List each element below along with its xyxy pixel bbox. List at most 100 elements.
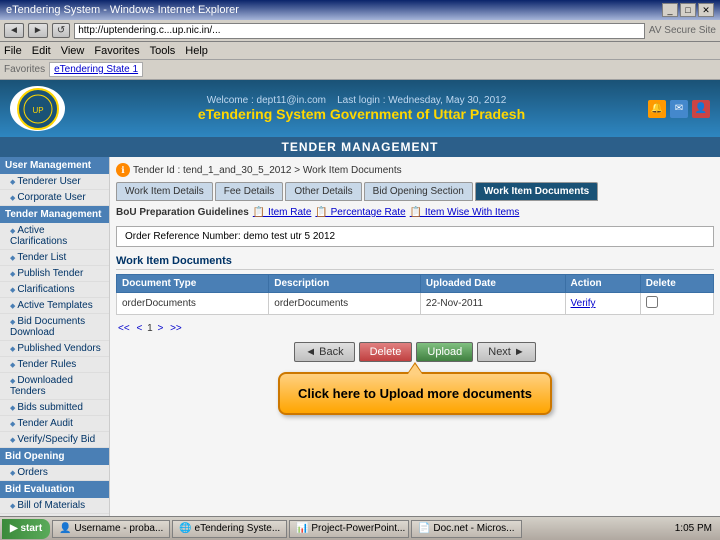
sidebar-item-orders[interactable]: Orders <box>0 465 109 481</box>
sidebar-item-active-templates[interactable]: Active Templates <box>0 298 109 314</box>
sidebar-item-tender-audit[interactable]: Tender Audit <box>0 416 109 432</box>
sub-tab-item-rate[interactable]: 📋 Item Rate <box>253 207 312 218</box>
sidebar-item-tender-rules[interactable]: Tender Rules <box>0 357 109 373</box>
menu-favorites[interactable]: Favorites <box>94 45 139 57</box>
window-controls[interactable]: _ □ ✕ <box>662 3 714 17</box>
secure-indicator: AV Secure Site <box>649 25 716 36</box>
refresh-button[interactable]: ↺ <box>52 23 70 38</box>
menu-help[interactable]: Help <box>185 45 208 57</box>
sidebar-item-tenderer-user[interactable]: Tenderer User <box>0 174 109 190</box>
mail-icon[interactable]: ✉ <box>670 100 688 118</box>
profile-icon[interactable]: 👤 <box>692 100 710 118</box>
last-login-label: Last login <box>337 95 380 106</box>
cell-action[interactable]: Verify <box>565 293 640 315</box>
col-description: Description <box>269 275 421 293</box>
menu-tools[interactable]: Tools <box>150 45 176 57</box>
tab-bid-opening-section[interactable]: Bid Opening Section <box>364 182 473 201</box>
favorites-label: Favorites <box>4 64 45 75</box>
nav-bar: TENDER MANAGEMENT <box>0 137 720 157</box>
sidebar-item-tender-list[interactable]: Tender List <box>0 250 109 266</box>
sidebar-header-user-management: User Management <box>0 157 109 174</box>
verify-link[interactable]: Verify <box>571 298 596 309</box>
welcome-label: Welcome <box>207 95 249 106</box>
ref-label: Order Reference Number: <box>125 231 241 242</box>
col-action: Action <box>565 275 640 293</box>
header-icons: 🔔 ✉ 👤 <box>648 100 710 118</box>
col-doc-type: Document Type <box>117 275 269 293</box>
sub-tab-percentage-rate[interactable]: 📋 Percentage Rate <box>315 207 405 218</box>
callout-text: Click here to Upload more documents <box>298 386 532 401</box>
sidebar-item-bid-documents[interactable]: Bid Documents Download <box>0 314 109 341</box>
last-login-value: : Wednesday, May 30, 2012 <box>383 95 507 106</box>
taskbar-item-username[interactable]: 👤 Username - proba... <box>52 520 170 538</box>
cell-uploaded-date: 22-Nov-2011 <box>420 293 565 315</box>
sidebar-item-bids-submitted[interactable]: Bids submitted <box>0 400 109 416</box>
info-icon: ℹ <box>116 163 130 177</box>
work-items-section-title: Work Item Documents <box>116 255 714 270</box>
menu-file[interactable]: File <box>4 45 22 57</box>
sidebar-item-corporate-user[interactable]: Corporate User <box>0 190 109 206</box>
window-title: eTendering System - Windows Internet Exp… <box>6 4 239 16</box>
maximize-button[interactable]: □ <box>680 3 696 17</box>
cell-doc-type: orderDocuments <box>117 293 269 315</box>
page-next[interactable]: > <box>157 323 163 334</box>
minimize-button[interactable]: _ <box>662 3 678 17</box>
page-first[interactable]: << <box>118 323 130 334</box>
next-button[interactable]: Next ► <box>477 342 536 362</box>
cell-delete[interactable] <box>640 293 713 315</box>
tab-work-item-details[interactable]: Work Item Details <box>116 182 213 201</box>
taskbar-item-doc[interactable]: 📄 Doc.net - Micros... <box>411 520 521 538</box>
sub-tab-item-wise[interactable]: 📋 Item Wise With Items <box>410 207 520 218</box>
bou-label: BoU Preparation Guidelines <box>116 207 249 218</box>
sidebar-header-bid-opening: Bid Opening <box>0 448 109 465</box>
favorites-item-etendering[interactable]: eTendering State 1 <box>49 62 143 77</box>
taskbar-item-etendering[interactable]: 🌐 eTendering Syste... <box>172 520 287 538</box>
action-buttons: ◄ Back Delete Upload Next ► <box>116 342 714 362</box>
page-prev[interactable]: < <box>136 323 142 334</box>
back-nav-button[interactable]: ◄ <box>4 23 24 38</box>
cell-description: orderDocuments <box>269 293 421 315</box>
reference-box: Order Reference Number: demo test utr 5 … <box>116 226 714 247</box>
favorites-bar: Favorites eTendering State 1 <box>0 60 720 80</box>
sidebar-item-active-clarifications[interactable]: Active Clarifications <box>0 223 109 250</box>
back-button[interactable]: ◄ Back <box>294 342 354 362</box>
menu-edit[interactable]: Edit <box>32 45 51 57</box>
forward-nav-button[interactable]: ► <box>28 23 48 38</box>
delete-checkbox[interactable] <box>646 296 658 308</box>
tab-other-details[interactable]: Other Details <box>285 182 361 201</box>
tab-fee-details[interactable]: Fee Details <box>215 182 284 201</box>
window-title-bar: eTendering System - Windows Internet Exp… <box>0 0 720 20</box>
sidebar-item-publish-tender[interactable]: Publish Tender <box>0 266 109 282</box>
sidebar-item-bill-of-materials[interactable]: Bill of Materials <box>0 498 109 514</box>
upload-button[interactable]: Upload <box>416 342 473 362</box>
sidebar-item-verify-bid[interactable]: Verify/Specify Bid <box>0 432 109 448</box>
menu-view[interactable]: View <box>61 45 85 57</box>
address-bar[interactable] <box>74 23 645 39</box>
tabs-row: Work Item Details Fee Details Other Deta… <box>116 182 714 201</box>
sidebar-item-clarifications[interactable]: Clarifications <box>0 282 109 298</box>
bell-icon[interactable]: 🔔 <box>648 100 666 118</box>
ref-value: demo test utr 5 2012 <box>243 231 335 242</box>
taskbar: ▶ start 👤 Username - proba... 🌐 eTenderi… <box>0 516 720 540</box>
system-title: eTendering System Government of Uttar Pr… <box>75 106 648 122</box>
close-button[interactable]: ✕ <box>698 3 714 17</box>
taskbar-clock: 1:05 PM <box>669 523 718 534</box>
sidebar-item-downloaded-tenders[interactable]: Downloaded Tenders <box>0 373 109 400</box>
sidebar-item-published-vendors[interactable]: Published Vendors <box>0 341 109 357</box>
page-header: UP Welcome : dept11@in.com Last login : … <box>0 80 720 137</box>
breadcrumb: ℹ Tender Id : tend_1_and_30_5_2012 > Wor… <box>116 163 714 177</box>
sidebar-header-tender-management: Tender Management <box>0 206 109 223</box>
sidebar: User Management Tenderer User Corporate … <box>0 157 110 540</box>
breadcrumb-text: Tender Id : tend_1_and_30_5_2012 > Work … <box>133 165 402 176</box>
upload-callout[interactable]: Click here to Upload more documents <box>278 372 552 415</box>
start-button[interactable]: ▶ start <box>2 519 50 539</box>
taskbar-item-ppt[interactable]: 📊 Project-PowerPoint... <box>289 520 409 538</box>
table-row: orderDocuments orderDocuments 22-Nov-201… <box>117 293 714 315</box>
page-last[interactable]: >> <box>170 323 182 334</box>
welcome-value: : dept11@in.com <box>251 95 326 106</box>
header-center: Welcome : dept11@in.com Last login : Wed… <box>65 95 648 122</box>
delete-button[interactable]: Delete <box>359 342 413 362</box>
header-welcome-line: Welcome : dept11@in.com Last login : Wed… <box>65 95 648 106</box>
tab-work-item-documents[interactable]: Work Item Documents <box>475 182 598 201</box>
pagination[interactable]: << < 1 > >> <box>116 323 714 334</box>
